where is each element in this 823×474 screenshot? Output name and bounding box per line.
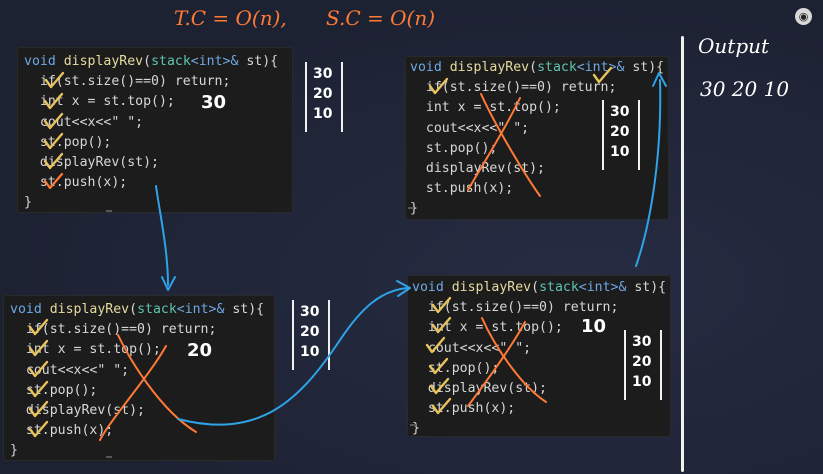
tick-mark [592,66,613,84]
tick-mark [28,380,49,398]
tick-mark [43,132,64,150]
tick-mark [28,360,49,378]
tick-mark [28,318,49,336]
tick-mark [429,377,450,395]
tick-mark [428,357,449,375]
tick-marks-frame-4 [428,66,613,95]
tick-marks-frame-2 [28,318,49,438]
tick-mark [428,77,449,95]
tick-mark [44,71,65,89]
cross-mark-frame-4 [467,93,541,197]
tick-mark [28,339,49,357]
tick-marks-frame-3 [425,296,452,415]
tick-marks-frame-1 [43,71,65,170]
tick-mark [425,336,446,354]
cross-mark-frame-2 [99,334,197,441]
tick-mark [28,420,49,438]
arrow-frame1-to-frame2 [155,185,169,286]
tick-mark [431,397,452,415]
tick-mark [43,112,64,130]
tick-mark [28,400,49,418]
tick-mark [43,172,64,190]
cross-mark-frame-3 [467,317,547,407]
tick-mark [431,296,452,314]
call-arrows [155,72,667,426]
tick-mark [43,152,64,170]
annotation-overlay [28,66,667,441]
arrow-frame2-to-frame3 [177,287,409,426]
tick-mark [43,92,64,110]
arrow-frame3-to-frame4 [635,79,662,267]
tick-mark [431,316,452,334]
